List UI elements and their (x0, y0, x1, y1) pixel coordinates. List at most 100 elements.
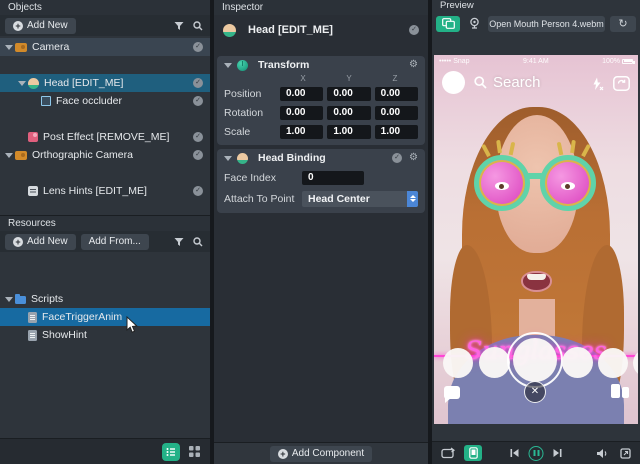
scale-y-field[interactable]: 1.00 (327, 125, 370, 139)
tree-item-lens-hints-edit-me[interactable]: Lens Hints [EDIT_ME]✓ (0, 182, 210, 200)
resources-add-from-button[interactable]: Add From... (81, 234, 149, 250)
resources-search-button[interactable] (191, 235, 205, 249)
flip-camera-icon[interactable] (613, 76, 630, 91)
ar-glasses-bridge (527, 173, 543, 179)
hint-icon (28, 186, 38, 196)
capture-button[interactable] (513, 338, 557, 382)
rotation-y-field[interactable]: 0.00 (327, 106, 370, 120)
tree-item-camera[interactable]: Camera✓ (0, 38, 210, 56)
tree-item-sunglasses-remove-me[interactable]: Sunglasses [REMOVE_ME] (0, 344, 210, 362)
transform-row-rotation: Rotation0.000.000.00 (217, 103, 425, 122)
objects-filter-button[interactable] (172, 19, 186, 33)
lens-carousel-item[interactable] (443, 348, 473, 378)
pause-button[interactable] (529, 446, 544, 461)
tree-item-sunglasses-replace-me[interactable]: Sunglasses [REPLACE_ME]✓ (0, 110, 210, 128)
tree-item-head-edit-me[interactable]: Head [EDIT_ME]✓ (0, 74, 210, 92)
search-icon (193, 237, 203, 247)
visibility-toggle[interactable]: ✓ (409, 25, 419, 35)
previous-frame-button[interactable] (508, 446, 522, 460)
inspector-object-header[interactable]: Head [EDIT_ME] ✓ (214, 17, 428, 43)
lens-carousel-item[interactable] (598, 348, 628, 378)
position-x-field[interactable]: 0.00 (280, 87, 323, 101)
search-icon (193, 21, 203, 31)
gear-icon[interactable]: ⚙ (409, 153, 418, 163)
rotation-z-field[interactable]: 0.00 (375, 106, 418, 120)
resources-tree: MaterialsMeshes Scripts FaceTriggerAnimSho… (0, 252, 210, 380)
visibility-toggle[interactable]: ✓ (193, 96, 203, 106)
rotation-x-field[interactable]: 0.00 (280, 106, 323, 120)
phone-icon (469, 447, 478, 459)
head-icon (28, 78, 39, 89)
visibility-toggle[interactable]: ✓ (193, 78, 203, 88)
visibility-toggle[interactable]: ✓ (392, 153, 402, 163)
carrier-label: Snap (453, 58, 469, 65)
objects-search-button[interactable] (191, 19, 205, 33)
expand-arrow[interactable] (4, 38, 15, 56)
axis-y-label: Y (326, 74, 372, 84)
device-simulation-button[interactable] (464, 445, 482, 461)
tree-item-scripts[interactable]: Scripts (0, 290, 210, 308)
ar-glasses-left-lens (474, 155, 530, 211)
visibility-toggle[interactable]: ✓ (193, 132, 203, 142)
tree-item-lighting[interactable]: Lighting✓ (0, 200, 210, 216)
flash-off-icon[interactable] (591, 77, 604, 91)
tree-item-face-occluder[interactable]: Face occluder✓ (0, 92, 210, 110)
tree-item-meshes[interactable]: Meshes (0, 272, 210, 290)
attach-to-point-select[interactable]: Head Center (302, 191, 418, 207)
zoom-crop-button[interactable] (618, 446, 632, 460)
reset-camera-button[interactable] (440, 446, 457, 460)
close-lens-button[interactable]: ✕ (524, 381, 546, 403)
tree-item-showhint[interactable]: ShowHint (0, 326, 210, 344)
visibility-toggle[interactable]: ✓ (193, 150, 203, 160)
volume-button[interactable] (595, 446, 609, 460)
tree-item-facetriggeranim[interactable]: FaceTriggerAnim (0, 308, 210, 326)
tree-item-face-retouch[interactable]: Face Retouch✓ (0, 56, 210, 74)
previous-frame-icon (510, 448, 520, 458)
collapse-arrow[interactable] (224, 154, 232, 162)
lens-carousel-item[interactable] (479, 347, 510, 378)
visibility-toggle[interactable]: ✓ (193, 42, 203, 52)
restart-preview-button[interactable]: ↻ (610, 16, 636, 32)
chat-icon[interactable] (444, 386, 460, 399)
next-frame-button[interactable] (551, 446, 565, 460)
resources-panel-title: Resources (0, 216, 210, 231)
preview-screen[interactable]: ••••• Snap 9:41 AM 100% Search Sunglasse… (434, 55, 638, 424)
arrow-spacer (30, 92, 41, 110)
tree-item-post-effect-remove-me[interactable]: Post Effect [REMOVE_ME]✓ (0, 128, 210, 146)
collapse-arrow[interactable] (224, 61, 232, 69)
lens-carousel-item[interactable] (562, 347, 593, 378)
webcam-mode-button[interactable] (465, 16, 483, 32)
signal-dots: ••••• (439, 58, 451, 65)
grid-view-button[interactable] (186, 444, 202, 460)
resources-filter-button[interactable] (172, 235, 186, 249)
position-y-field[interactable]: 0.00 (327, 87, 370, 101)
stories-icon[interactable] (611, 384, 629, 399)
preview-source-dropdown[interactable]: Open Mouth Person 4.webm (488, 16, 605, 32)
snapchat-avatar[interactable] (442, 71, 465, 94)
face-index-field[interactable]: 0 (302, 171, 364, 185)
tree-item-label: Scripts (31, 293, 63, 305)
tree-item-orthographic-camera[interactable]: Orthographic Camera✓ (0, 146, 210, 164)
position-z-field[interactable]: 0.00 (375, 87, 418, 101)
transform-header[interactable]: Transform ⚙ (217, 56, 425, 74)
tree-item-materials[interactable]: Materials (0, 254, 210, 272)
folder-icon (15, 296, 26, 304)
objects-add-new-button[interactable]: + Add New (5, 18, 76, 34)
gear-icon[interactable]: ⚙ (409, 60, 418, 70)
add-component-button[interactable]: + Add Component (270, 446, 372, 462)
scale-z-field[interactable]: 1.00 (375, 125, 418, 139)
expand-arrow[interactable] (4, 290, 15, 308)
tree-item-textures[interactable]: Textures (0, 362, 210, 380)
head-binding-header[interactable]: Head Binding ✓ ⚙ (217, 149, 425, 167)
resources-add-new-button[interactable]: + Add New (5, 234, 76, 250)
list-view-button[interactable] (162, 443, 180, 461)
visibility-toggle[interactable]: ✓ (193, 186, 203, 196)
scale-x-field[interactable]: 1.00 (280, 125, 323, 139)
tree-item-screen-effects-remove-me[interactable]: Screen Effects [REMOVE_ME]✓ (0, 164, 210, 182)
inspector-footer: + Add Component (214, 442, 428, 464)
expand-arrow[interactable] (4, 146, 15, 164)
media-preview-mode-button[interactable] (436, 16, 460, 32)
expand-arrow[interactable] (17, 74, 28, 92)
select-stepper[interactable] (407, 191, 418, 207)
snapchat-search[interactable]: Search (474, 74, 541, 91)
